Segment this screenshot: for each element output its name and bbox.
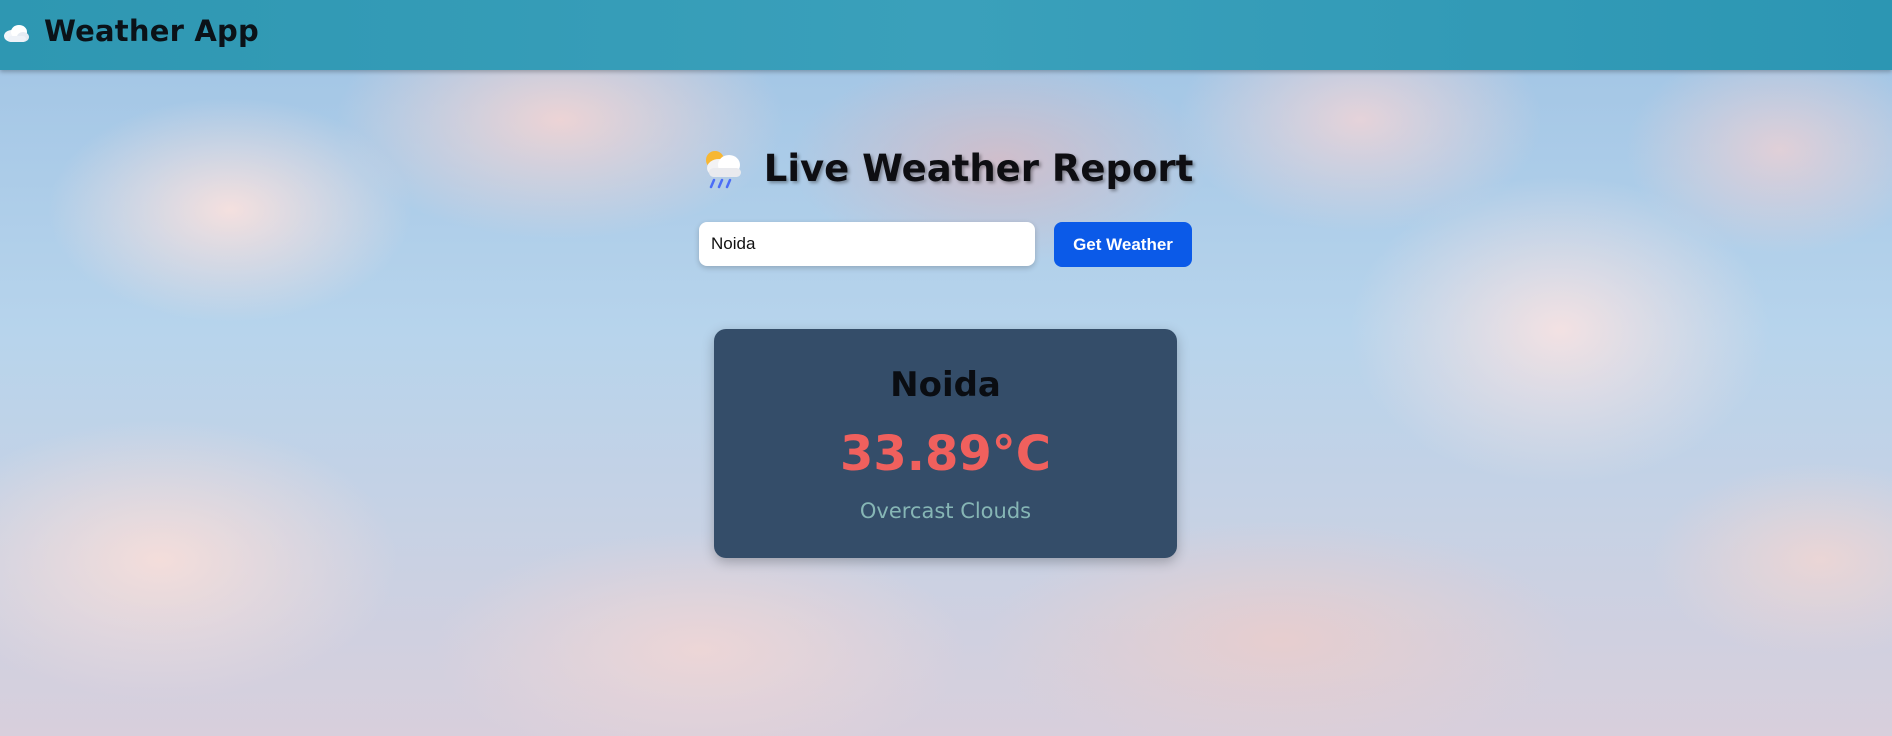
- top-navbar: Weather App: [0, 0, 1892, 70]
- weather-result-card: Noida 33.89°C Overcast Clouds: [714, 329, 1177, 558]
- cloud-icon: [2, 22, 30, 44]
- cloud-rain-sun-icon: [699, 146, 745, 190]
- city-search-input[interactable]: [699, 222, 1035, 266]
- get-weather-button[interactable]: Get Weather: [1054, 222, 1192, 267]
- page-heading: Live Weather Report: [0, 146, 1892, 190]
- app-title: Weather App: [44, 14, 259, 48]
- temperature-value: 33.89°C: [839, 426, 1052, 482]
- city-name: Noida: [890, 365, 1001, 405]
- weather-description: Overcast Clouds: [859, 499, 1032, 523]
- page-title: Live Weather Report: [763, 146, 1194, 190]
